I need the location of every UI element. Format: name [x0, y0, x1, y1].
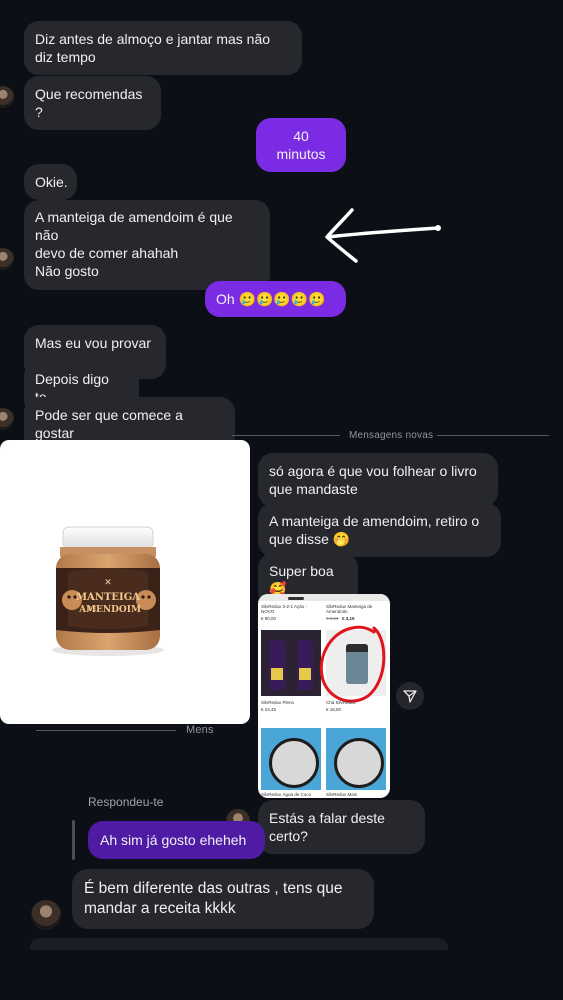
sent-message-bubble[interactable]: 40 minutos: [256, 118, 346, 172]
message-bubble[interactable]: só agora é que vou folhear o livro que m…: [258, 453, 498, 507]
message-bubble[interactable]: Diz antes de almoço e jantar mas não diz…: [24, 21, 302, 75]
message-line: devo de comer ahahah: [35, 245, 179, 261]
new-messages-divider-partial: Mens: [186, 724, 214, 736]
message-line: A manteiga de amendoim é que não: [35, 209, 233, 243]
message-line: Não gosto: [35, 263, 99, 279]
product-name: SilvRedux Mais: [326, 792, 358, 797]
product-name: SilvRedux Água de Coco: [261, 792, 312, 797]
share-button[interactable]: [396, 682, 424, 710]
product-name: SilvRedux Pleno: [261, 700, 295, 705]
paper-plane-icon: [403, 690, 417, 703]
product-thumb-mais: [326, 728, 386, 790]
product-thumb-pleno: [261, 630, 321, 696]
contact-avatar[interactable]: [0, 86, 14, 108]
product-price: € 23,45: [261, 707, 277, 712]
message-bubble[interactable]: Estás a falar deste certo?: [258, 800, 425, 854]
contact-avatar[interactable]: [0, 408, 14, 430]
message-bubble[interactable]: Okie.: [24, 164, 77, 200]
peanut-butter-jar-image: ✕ MANTEIGA DE AMENDOIM: [52, 526, 164, 656]
shared-product-image[interactable]: ✕ MANTEIGA DE AMENDOIM: [0, 440, 250, 724]
product-price: € 18,50: [326, 707, 342, 712]
jar-label-text: MANTEIGA: [76, 592, 140, 603]
divider-line: [232, 435, 340, 436]
message-bubble[interactable]: A manteiga de amendoim, retiro o que dis…: [258, 503, 501, 557]
divider-line: [36, 730, 176, 731]
message-bubble[interactable]: Que recomendas ?: [24, 76, 161, 130]
product-thumb-agua-coco: [261, 728, 321, 790]
arrow-annotation-icon: [325, 208, 441, 263]
message-input-bar[interactable]: [30, 938, 448, 950]
replied-label: Respondeu-te: [88, 795, 164, 809]
divider-line: [437, 435, 549, 436]
sent-reply-bubble[interactable]: Ah sim já gosto eheheh: [88, 821, 265, 859]
message-bubble[interactable]: A manteiga de amendoim é que não devo de…: [24, 200, 270, 290]
contact-avatar[interactable]: [0, 248, 14, 270]
contact-avatar[interactable]: [31, 900, 61, 930]
message-bubble[interactable]: É bem diferente das outras , tens que ma…: [72, 869, 374, 929]
new-messages-divider: Mensagens novas: [349, 430, 434, 441]
shared-shop-screenshot[interactable]: SilvRedux 3-2-1 Ação - NOVO € 80,00 Silv…: [258, 594, 390, 798]
svg-text:✕: ✕: [104, 578, 112, 588]
product-name: SilvRedux Manteiga de Amendoim: [326, 604, 373, 614]
sent-message-bubble[interactable]: Oh 🥲🥲🥲🥲🥲: [205, 281, 346, 317]
product-name: Chá SilvRedux: [326, 700, 356, 705]
product-price: € 80,00: [261, 616, 277, 621]
product-name: SilvRedux 3-2-1 Ação - NOVO: [261, 604, 308, 614]
jar-label-text: AMENDOIM: [78, 605, 141, 615]
red-circle-annotation: [319, 625, 386, 703]
reply-quote-bar: [72, 820, 75, 860]
